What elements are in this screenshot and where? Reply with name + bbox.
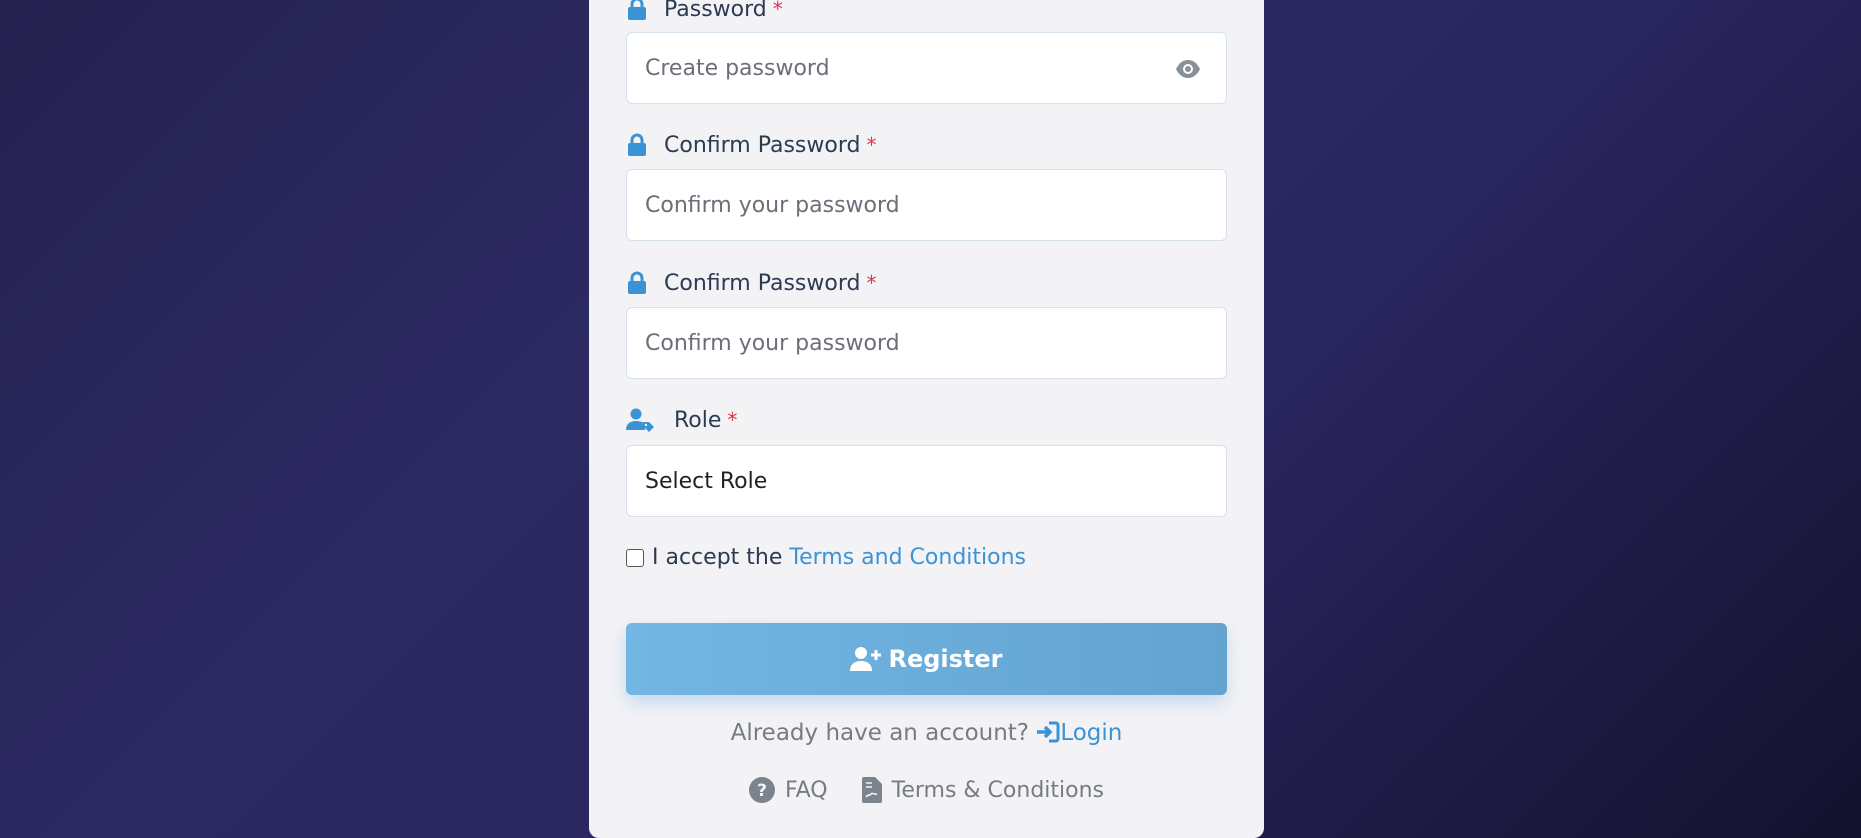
confirm-password-field[interactable]	[626, 169, 1227, 241]
register-button-label: Register	[888, 645, 1003, 673]
sign-in-icon	[1037, 721, 1060, 743]
register-button[interactable]: Register	[626, 623, 1227, 695]
terms-footer-link[interactable]: Terms & Conditions	[861, 777, 1104, 803]
terms-row: I accept the Terms and Conditions	[626, 545, 1026, 570]
footer-links: ? FAQ Terms & Conditions	[589, 777, 1264, 803]
terms-link[interactable]: Terms and Conditions	[789, 545, 1026, 570]
confirm-password-label-2: Confirm Password *	[626, 268, 876, 298]
required-mark: *	[866, 271, 877, 295]
role-label: Role *	[626, 405, 737, 435]
confirm-password-label-text: Confirm Password	[664, 132, 861, 158]
eye-icon[interactable]	[1174, 55, 1202, 83]
faq-link[interactable]: ? FAQ	[749, 777, 828, 803]
confirm-password-label: Confirm Password *	[626, 130, 876, 160]
password-label-text: Password	[664, 0, 767, 22]
file-contract-icon	[861, 777, 882, 803]
required-mark: *	[866, 133, 877, 157]
required-mark: *	[727, 408, 738, 432]
terms-prefix: I accept the	[652, 545, 783, 570]
user-tag-icon	[626, 408, 656, 432]
login-link[interactable]: Login	[1036, 720, 1122, 746]
terms-checkbox[interactable]	[626, 548, 644, 567]
confirm-password-label-text-2: Confirm Password	[664, 270, 861, 296]
role-select-value[interactable]: Select Role	[645, 469, 1208, 494]
registration-card: Password * Confirm Password * Confirm Pa…	[589, 0, 1264, 838]
terms-footer-label[interactable]: Terms & Conditions	[892, 778, 1104, 803]
password-label: Password *	[626, 0, 783, 24]
lock-icon	[626, 0, 648, 20]
required-mark: *	[772, 0, 783, 21]
role-select[interactable]: Select Role	[626, 445, 1227, 517]
login-prompt: Already have an account? Login	[589, 720, 1264, 746]
confirm-password-input-2[interactable]	[645, 330, 1208, 356]
login-prompt-text: Already have an account?	[730, 720, 1030, 746]
question-circle-icon: ?	[749, 777, 775, 803]
login-link-label[interactable]: Login	[1060, 720, 1122, 746]
faq-label[interactable]: FAQ	[785, 778, 828, 803]
confirm-password-input[interactable]	[645, 192, 1208, 218]
password-field[interactable]	[626, 32, 1227, 104]
lock-icon	[626, 133, 648, 156]
confirm-password-field-2[interactable]	[626, 307, 1227, 379]
password-input[interactable]	[645, 55, 1208, 81]
role-label-text: Role	[674, 407, 722, 433]
user-plus-icon	[850, 647, 882, 671]
lock-icon	[626, 271, 648, 294]
svg-text:?: ?	[757, 781, 767, 801]
